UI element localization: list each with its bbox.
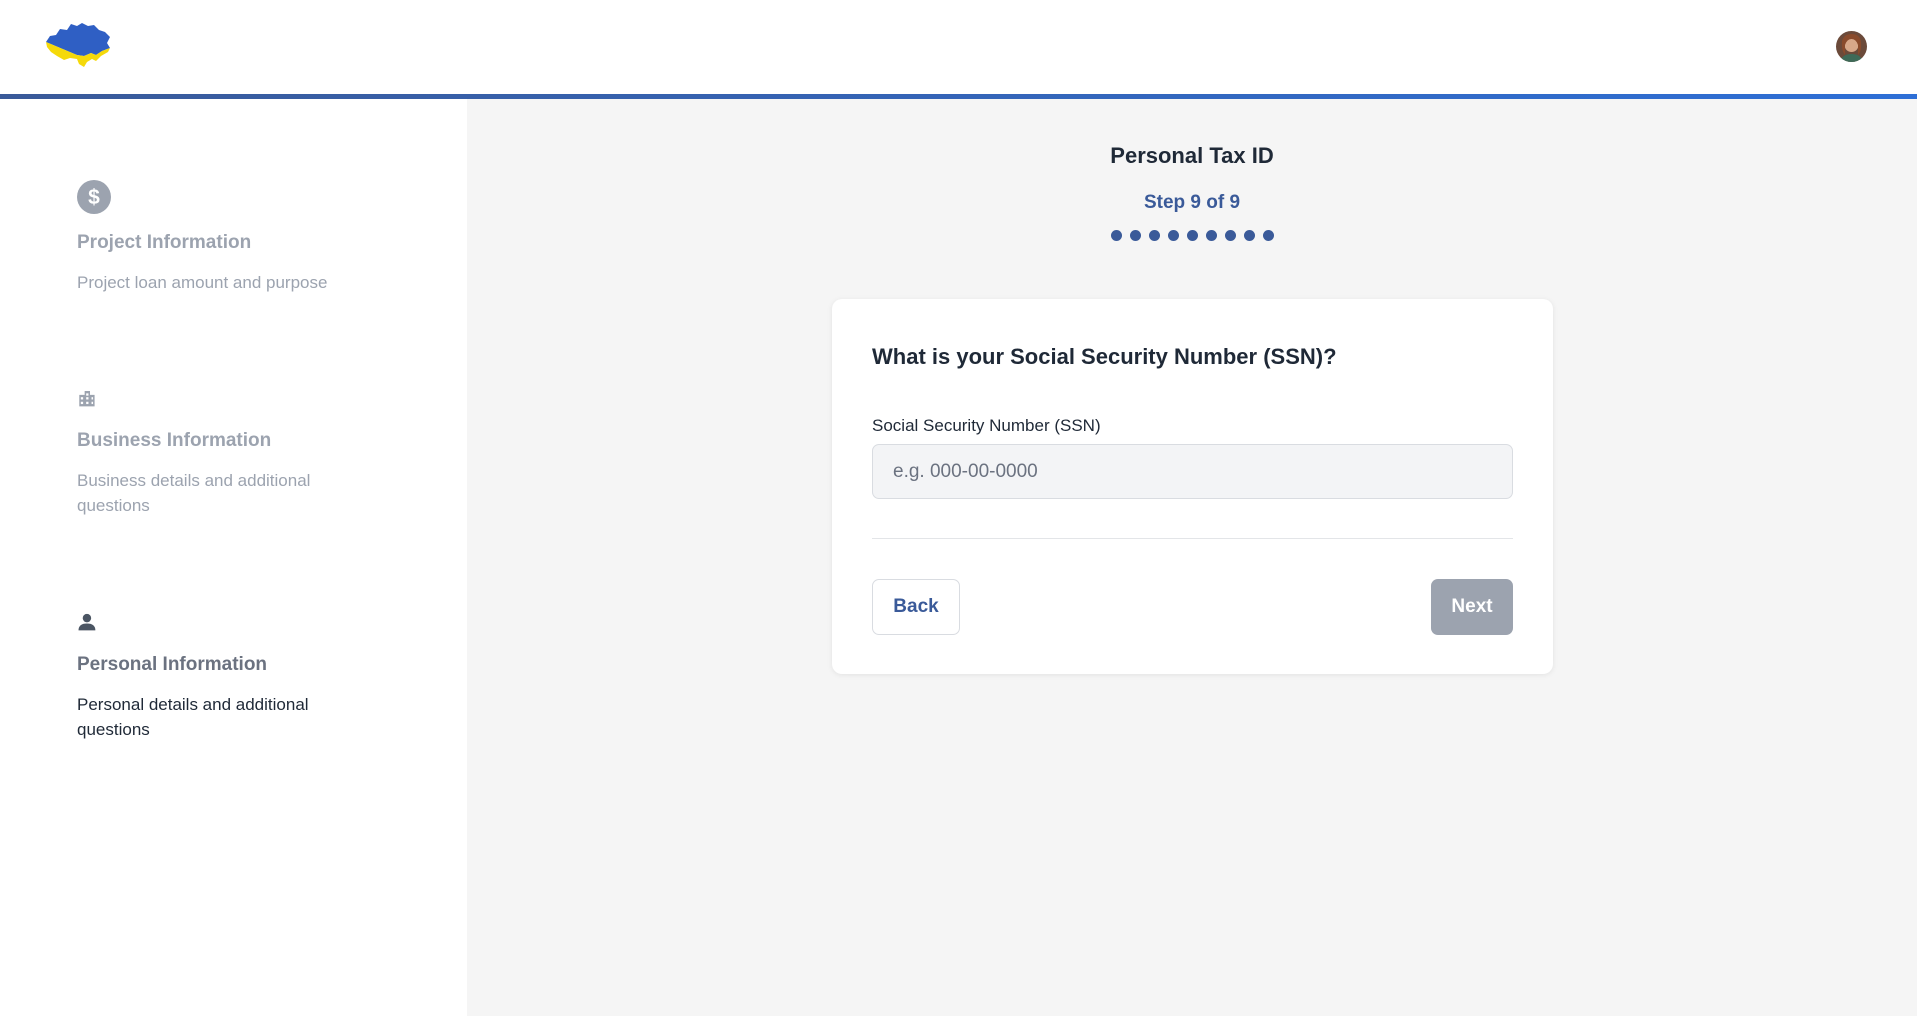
step-dot [1186, 230, 1198, 241]
step-dot [1262, 230, 1274, 241]
step-dot [1224, 230, 1236, 241]
sidebar-item-title: Business Information [77, 430, 272, 451]
sidebar-item-description: Project loan amount and purpose [77, 273, 328, 292]
sidebar-item-title: Personal Information [77, 654, 268, 675]
next-button[interactable]: Next [1431, 579, 1513, 635]
step-dot [1243, 230, 1255, 241]
page-title: Personal Tax ID [1110, 143, 1274, 168]
ssn-field-label: Social Security Number (SSN) [872, 416, 1101, 435]
person-icon [77, 612, 377, 638]
sidebar-item-project-information[interactable]: $ Project Information Project loan amoun… [77, 180, 377, 295]
form-divider [872, 538, 1513, 539]
sidebar-item-title: Project Information [77, 232, 252, 253]
ssn-input[interactable] [872, 444, 1513, 499]
svg-text:$: $ [88, 186, 100, 209]
building-icon [77, 388, 377, 414]
sidebar-item-personal-information[interactable]: Personal Information Personal details an… [77, 612, 377, 742]
sidebar-item-description: Personal details and additional question… [77, 695, 309, 739]
step-dot [1110, 230, 1122, 241]
dollar-circle-icon: $ [77, 180, 377, 214]
sidebar-item-description: Business details and additional question… [77, 471, 311, 515]
sidebar-item-business-information[interactable]: Business Information Business details an… [77, 388, 377, 518]
top-bar [0, 0, 1917, 94]
step-dot [1148, 230, 1160, 241]
ssn-form-card: What is your Social Security Number (SSN… [832, 299, 1553, 674]
step-dot [1205, 230, 1217, 241]
back-button[interactable]: Back [872, 579, 960, 635]
user-avatar-icon[interactable] [1836, 31, 1867, 62]
step-indicator-label: Step 9 of 9 [1143, 192, 1241, 213]
main-content: Personal Tax ID Step 9 of 9 What is your… [467, 99, 1917, 1016]
form-question: What is your Social Security Number (SSN… [872, 344, 1337, 369]
sidebar: $ Project Information Project loan amoun… [0, 99, 467, 1016]
step-dot [1167, 230, 1179, 241]
step-dot [1129, 230, 1141, 241]
step-progress-dots [467, 230, 1917, 241]
ukraine-map-logo-icon[interactable] [44, 20, 114, 70]
